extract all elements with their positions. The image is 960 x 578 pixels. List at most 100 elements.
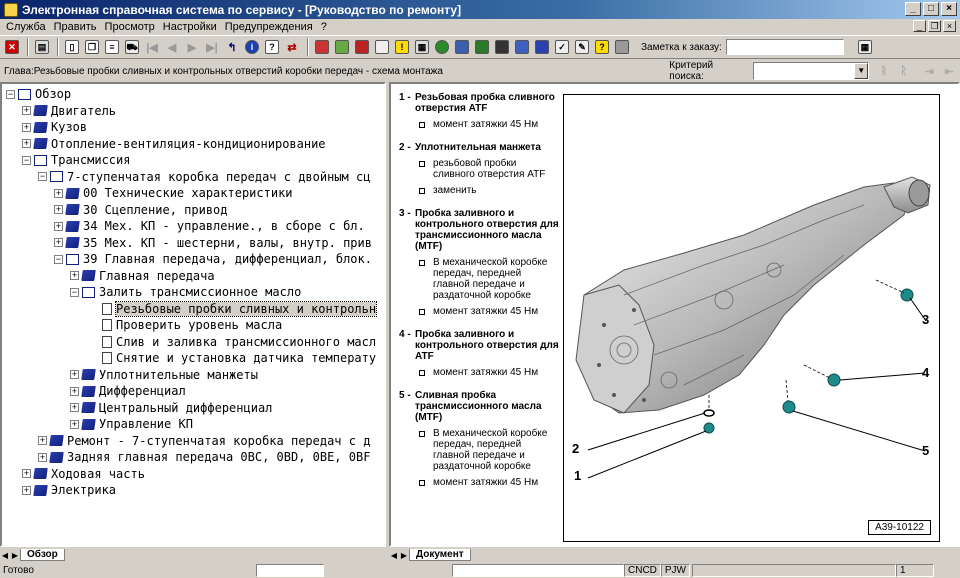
expand-icon[interactable]: +	[22, 139, 31, 148]
tree-node[interactable]: + Ходовая часть	[22, 466, 145, 482]
tool-5-button[interactable]: !	[393, 38, 411, 56]
tree-node[interactable]: − 7-ступенчатая коробка передач с двойным…	[38, 169, 370, 185]
tree-node[interactable]: +30 Сцепление, привод	[54, 202, 228, 218]
collapse-icon[interactable]: −	[70, 287, 79, 297]
print-button[interactable]: ▤	[33, 38, 51, 56]
tab-overview[interactable]: Обзор	[20, 549, 65, 561]
expand-icon[interactable]: +	[38, 436, 47, 445]
menu-service[interactable]: Служба	[2, 21, 50, 33]
doc-list-button[interactable]: ≡	[103, 38, 121, 56]
tree-node[interactable]: − Трансмиссия	[22, 152, 130, 168]
tree-node[interactable]: + Кузов	[22, 119, 87, 135]
tool-2-button[interactable]	[333, 38, 351, 56]
tool-9-button[interactable]	[473, 38, 491, 56]
tool-12-button[interactable]	[533, 38, 551, 56]
tool-10-button[interactable]	[493, 38, 511, 56]
collapse-icon[interactable]: −	[54, 254, 63, 264]
tool-7-button[interactable]	[433, 38, 451, 56]
menu-view[interactable]: Просмотр	[101, 21, 159, 33]
tree-node[interactable]: + Двигатель	[22, 103, 116, 119]
menu-help[interactable]: ?	[317, 21, 331, 33]
first-button[interactable]: |◀	[143, 38, 161, 56]
tool-6-button[interactable]: ▦	[413, 38, 431, 56]
expand-icon[interactable]: +	[70, 386, 79, 396]
doc-tab-scroll-left-icon[interactable]: ◀	[389, 551, 399, 560]
up-button[interactable]: ↰	[223, 38, 241, 56]
expand-icon[interactable]: +	[70, 419, 79, 429]
menu-edit[interactable]: Править	[50, 21, 101, 33]
collapse-icon[interactable]: −	[38, 172, 47, 181]
minimize-button[interactable]: _	[905, 2, 921, 16]
expand-icon[interactable]: +	[54, 238, 63, 247]
expand-icon[interactable]: +	[70, 403, 79, 412]
mdi-restore-button[interactable]: ❐	[928, 20, 941, 32]
tree-node[interactable]: Снятие и установка датчика температу	[102, 350, 376, 366]
tree-node[interactable]: + Центральный дифференциал	[70, 400, 272, 416]
tool-13-button[interactable]: ✓	[553, 38, 571, 56]
search-next-button[interactable]: ᚱ	[895, 62, 913, 80]
exit-button[interactable]: ✕	[3, 38, 21, 56]
tree-node[interactable]: Проверить уровень масла	[102, 317, 282, 333]
tab-scroll-left-icon[interactable]: ◀	[0, 551, 10, 560]
help-button[interactable]: ?	[263, 38, 281, 56]
doc-tab-scroll-right-icon[interactable]: ▶	[399, 551, 409, 560]
swap-button[interactable]: ⇄	[283, 38, 301, 56]
next-button[interactable]: ▶	[183, 38, 201, 56]
tool-14-button[interactable]: ✎	[573, 38, 591, 56]
expand-icon[interactable]: +	[70, 271, 79, 280]
tree-node[interactable]: + Отопление-вентиляция-кондиционирование	[22, 136, 326, 152]
goto-back-button[interactable]: ⇤	[940, 62, 958, 80]
new-doc-button[interactable]: ▯	[63, 38, 81, 56]
tree-node[interactable]: + Дифференциал	[70, 383, 186, 399]
tree-node[interactable]: + Главная передача	[70, 268, 215, 284]
copy-button[interactable]: ❐	[83, 38, 101, 56]
search-button[interactable]: ᚱ	[875, 62, 893, 80]
close-button[interactable]: ×	[941, 2, 957, 16]
tree-node[interactable]: + Ремонт - 7-ступенчатая коробка передач …	[38, 433, 370, 449]
tab-document[interactable]: Документ	[409, 549, 471, 561]
search-criteria-combo[interactable]: ▼	[753, 62, 870, 80]
collapse-icon[interactable]: −	[22, 155, 31, 165]
tree-node[interactable]: + Задняя главная передача 0BC, 0BD, 0BE, …	[38, 449, 370, 465]
tool-3-button[interactable]	[353, 38, 371, 56]
tool-16-button[interactable]	[613, 38, 631, 56]
last-button[interactable]: ▶|	[203, 38, 221, 56]
expand-icon[interactable]: +	[54, 188, 63, 198]
tree-node[interactable]: Резьбовые пробки сливных и контрольн	[102, 300, 378, 317]
expand-icon[interactable]: +	[22, 122, 31, 132]
tree-node[interactable]: +34 Мех. КП - управление., в сборе с бл.	[54, 218, 365, 234]
tree-node[interactable]: Слив и заливка трансмиссионного масл	[102, 334, 376, 350]
tool-1-button[interactable]	[313, 38, 331, 56]
menu-warnings[interactable]: Предупреждения	[221, 21, 317, 33]
menu-settings[interactable]: Настройки	[159, 21, 221, 33]
tree-node[interactable]: + Электрика	[22, 482, 116, 498]
expand-icon[interactable]: +	[22, 469, 31, 478]
info-button[interactable]: i	[243, 38, 261, 56]
vehicle-button[interactable]: ⛟	[123, 38, 141, 56]
tool-15-button[interactable]: ?	[593, 38, 611, 56]
expand-icon[interactable]: +	[38, 452, 47, 462]
goto-button[interactable]: ⇥	[921, 62, 939, 80]
tree-node[interactable]: + Управление КП	[70, 416, 193, 432]
expand-icon[interactable]: +	[54, 221, 63, 231]
tree-node[interactable]: − Залить трансмиссионное масло	[70, 284, 301, 300]
chevron-down-icon[interactable]: ▼	[854, 63, 869, 79]
tool-8-button[interactable]	[453, 38, 471, 56]
mdi-minimize-button[interactable]: _	[913, 20, 926, 32]
mdi-close-button[interactable]: ×	[943, 20, 956, 32]
tree-node[interactable]: + Уплотнительные манжеты	[70, 367, 258, 383]
maximize-button[interactable]: □	[923, 2, 939, 16]
tool-11-button[interactable]	[513, 38, 531, 56]
tool-4-button[interactable]	[373, 38, 391, 56]
prev-button[interactable]: ◀	[163, 38, 181, 56]
order-note-field[interactable]	[725, 39, 844, 55]
tree-node[interactable]: +00 Технические характеристики	[54, 185, 293, 201]
collapse-icon[interactable]: −	[6, 89, 15, 99]
expand-icon[interactable]: +	[22, 106, 31, 115]
tab-scroll-right-icon[interactable]: ▶	[10, 551, 20, 560]
expand-icon[interactable]: +	[22, 485, 31, 495]
tree-node[interactable]: − Обзор	[6, 86, 71, 102]
tree-node[interactable]: − 39 Главная передача, дифференциал, блок…	[54, 251, 372, 267]
tree-node[interactable]: +35 Мех. КП - шестерни, валы, внутр. при…	[54, 235, 372, 251]
order-note-button[interactable]: ▦	[856, 38, 874, 56]
